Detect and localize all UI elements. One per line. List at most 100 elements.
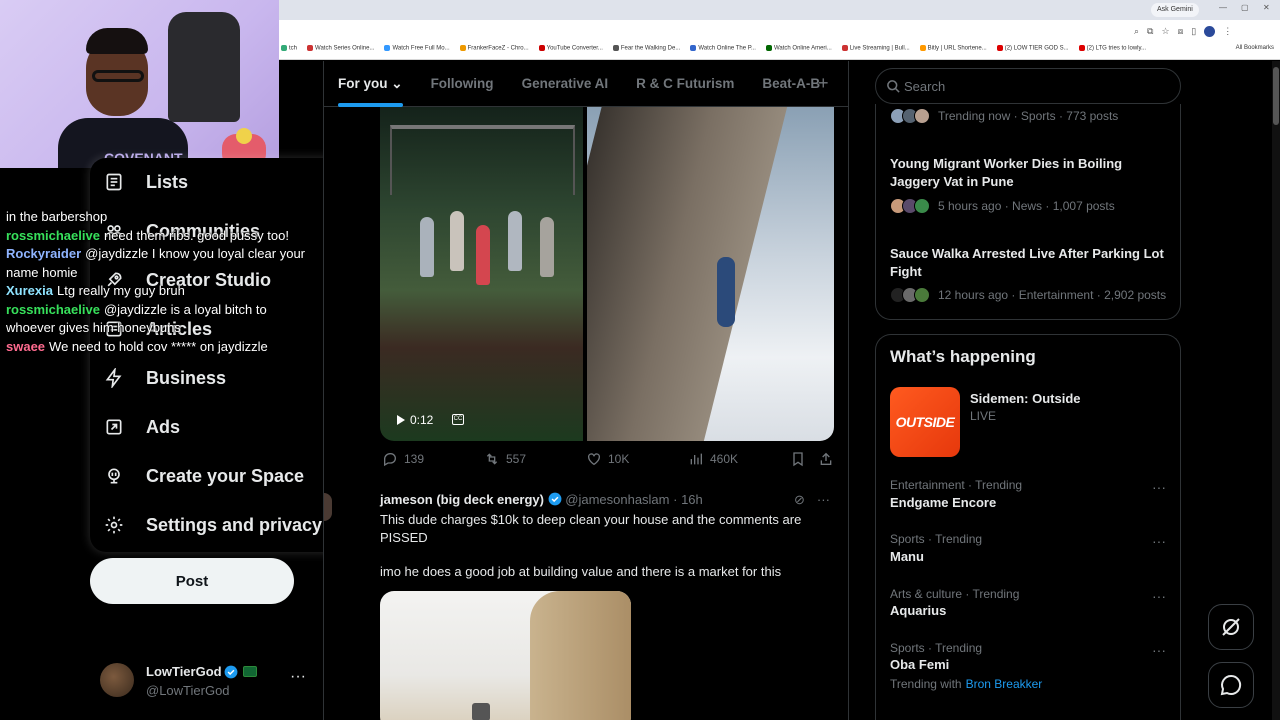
- more-icon[interactable]: ···: [1152, 479, 1166, 495]
- chat-username[interactable]: rossmichaelive: [6, 228, 100, 243]
- favicon-icon: [307, 45, 314, 51]
- trend-name[interactable]: Aquarius: [890, 603, 946, 618]
- bookmark-item[interactable]: Live Streaming | Bull...: [841, 45, 910, 58]
- bookmark-item[interactable]: Fear the Walking De...: [612, 45, 680, 58]
- trend-title[interactable]: Sauce Walka Arrested Live After Parking …: [890, 245, 1175, 280]
- bookmark-label: Watch Online Ameri...: [773, 45, 832, 52]
- reply-button[interactable]: 139: [382, 451, 424, 467]
- chat-message: rossmichaelive @jaydizzle is a loyal bitc…: [0, 301, 340, 320]
- tab-for-you[interactable]: For you ⌄: [324, 61, 417, 107]
- trend-title[interactable]: Young Migrant Worker Dies in Boiling Jag…: [890, 155, 1175, 190]
- more-icon[interactable]: ···: [817, 492, 830, 508]
- chat-username[interactable]: swaee: [6, 339, 45, 354]
- extensions-icon[interactable]: ⧈: [1178, 26, 1184, 37]
- lightning-icon: [104, 368, 124, 388]
- chat-username[interactable]: rossmichaelive: [6, 302, 100, 317]
- gaming-chair: [168, 12, 240, 122]
- messages-button[interactable]: [1208, 662, 1254, 708]
- like-button[interactable]: 10K: [586, 451, 629, 467]
- avatar[interactable]: [324, 493, 332, 521]
- trend-name[interactable]: Manu: [890, 549, 924, 564]
- minimize-icon[interactable]: —: [1219, 3, 1227, 12]
- chat-text: We need to hold cov ***** on jaydizzle: [49, 338, 268, 354]
- chat-message: name homie: [0, 264, 340, 283]
- trend-meta[interactable]: 12 hours ago · Entertainment · 2,902 pos…: [890, 287, 1166, 303]
- event-thumbnail[interactable]: OUTSIDE: [890, 387, 960, 457]
- post-time[interactable]: · 16h: [673, 492, 703, 507]
- post-author-handle[interactable]: @jamesonhaslam: [565, 492, 669, 507]
- zoom-icon[interactable]: ⌕: [1134, 26, 1139, 37]
- all-bookmarks-button[interactable]: All Bookmarks: [1236, 45, 1274, 51]
- scrollbar[interactable]: [1272, 61, 1280, 720]
- star-icon[interactable]: ☆: [1161, 26, 1169, 37]
- bookmark-item[interactable]: tch: [281, 45, 297, 58]
- views-button[interactable]: 460K: [688, 451, 738, 467]
- views-icon: [690, 453, 702, 465]
- climber-figure: [717, 257, 735, 327]
- tab-following[interactable]: Following: [417, 61, 508, 107]
- post-button[interactable]: Post: [90, 558, 294, 604]
- event-title[interactable]: Sidemen: Outside: [970, 391, 1081, 406]
- chat-text: in the barbershop: [6, 209, 108, 224]
- more-icon[interactable]: ···: [290, 668, 306, 686]
- post-author-name[interactable]: jameson (big deck energy): [380, 492, 544, 507]
- repost-button[interactable]: 557: [484, 451, 526, 467]
- bookmark-label: (2) LOW TIER GOD S...: [1004, 45, 1069, 52]
- sidepanel-icon[interactable]: ▯: [1191, 26, 1196, 37]
- profile-avatar[interactable]: [1204, 26, 1216, 37]
- trending-card: Trending now · Sports · 773 posts Young …: [875, 104, 1181, 320]
- bookmark-item[interactable]: (2) LOW TIER GOD S...: [996, 45, 1069, 58]
- close-icon[interactable]: ✕: [1263, 3, 1270, 12]
- cast-icon[interactable]: ⧉: [1147, 26, 1153, 37]
- trending-with-link[interactable]: Bron Breakker: [966, 677, 1043, 691]
- menu-item-create-space[interactable]: Create your Space: [104, 456, 304, 496]
- bookmark-item[interactable]: Watch Online The P...: [690, 45, 756, 58]
- bookmark-item[interactable]: Watch Free Full Mo...: [384, 45, 450, 58]
- tab-rc-futurism[interactable]: R & C Futurism: [622, 61, 748, 107]
- more-icon[interactable]: ···: [1152, 588, 1166, 604]
- chat-username[interactable]: Xurexia: [6, 283, 53, 298]
- bookmark-item[interactable]: FrankerFaceZ - Chro...: [459, 45, 529, 58]
- menu-item-settings[interactable]: Settings and privacy: [104, 505, 322, 545]
- ask-gemini-button[interactable]: Ask Gemini: [1151, 3, 1199, 17]
- chat-username[interactable]: Rockyraider: [6, 246, 81, 261]
- post-image[interactable]: [380, 591, 631, 720]
- menu-item-lists[interactable]: Lists: [104, 162, 188, 202]
- trend-name[interactable]: Oba Femi: [890, 657, 949, 672]
- play-icon[interactable]: [396, 415, 406, 425]
- trend-meta-text: Trending now · Sports · 773 posts: [938, 109, 1119, 123]
- grok-button[interactable]: [1208, 604, 1254, 650]
- trend-meta[interactable]: Trending now · Sports · 773 posts: [890, 108, 1118, 124]
- trend-name[interactable]: Endgame Encore: [890, 495, 996, 510]
- bookmark-item[interactable]: Watch Online Ameri...: [765, 45, 832, 58]
- bookmark-item[interactable]: Watch Series Online...: [307, 45, 374, 58]
- search-input[interactable]: [904, 69, 1174, 103]
- repost-icon: [486, 453, 498, 465]
- trend-meta[interactable]: 5 hours ago · News · 1,007 posts: [890, 198, 1115, 214]
- video-media[interactable]: 0:12 CC: [380, 107, 834, 441]
- bookmark-item[interactable]: (2) LTG tries to lowly...: [1078, 45, 1146, 58]
- chat-message: swaee We need to hold cov ***** on jaydiz…: [0, 338, 340, 357]
- person-figure: [540, 217, 554, 277]
- account-switcher[interactable]: LowTierGod @LowTierGod ···: [100, 660, 315, 702]
- chat-message: in the barbershop: [0, 208, 340, 227]
- captions-icon[interactable]: CC: [452, 414, 464, 425]
- search-box: [875, 68, 1181, 104]
- more-icon[interactable]: ···: [1152, 533, 1166, 549]
- menu-icon[interactable]: ⋮: [1223, 26, 1232, 37]
- post-header: jameson (big deck energy) @jamesonhaslam…: [380, 492, 703, 507]
- grok-icon[interactable]: ⊘: [794, 492, 805, 508]
- bookmark-item[interactable]: Bitly | URL Shortene...: [919, 45, 987, 58]
- more-icon[interactable]: ···: [1152, 642, 1166, 658]
- trend-avatars: [890, 287, 930, 303]
- account-handle: @LowTierGod: [146, 683, 230, 698]
- tab-generative-ai[interactable]: Generative AI: [508, 61, 623, 107]
- bookmark-item[interactable]: YouTube Converter...: [538, 45, 603, 58]
- share-button[interactable]: [818, 451, 834, 467]
- menu-item-ads[interactable]: Ads: [104, 407, 180, 447]
- bookmark-button[interactable]: [790, 451, 806, 467]
- image-object: [530, 591, 631, 720]
- scrollbar-thumb[interactable]: [1273, 67, 1279, 125]
- maximize-icon[interactable]: ▢: [1241, 3, 1249, 12]
- add-tab-icon[interactable]: +: [818, 73, 829, 94]
